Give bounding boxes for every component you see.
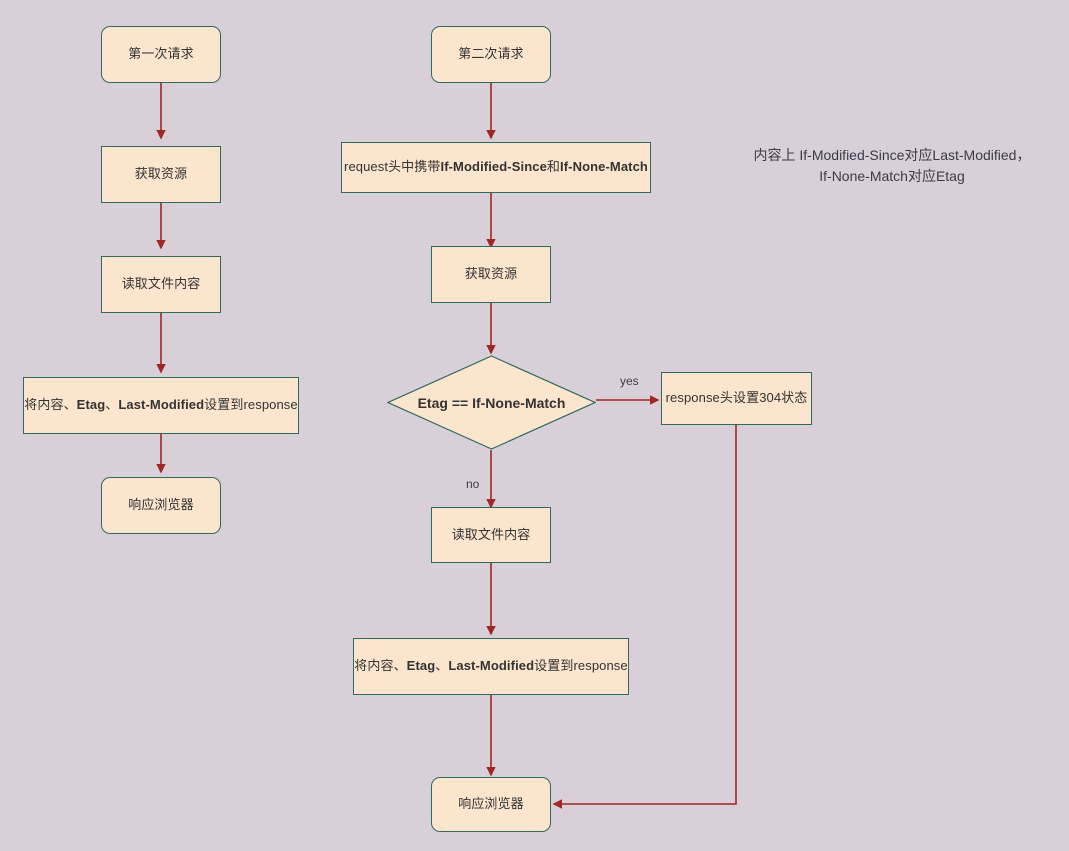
node-second-request[interactable]: 第二次请求 [431, 26, 551, 83]
node-fetch-resource-2[interactable]: 获取资源 [431, 246, 551, 303]
annotation-note: 内容上 If-Modified-Since对应Last-Modified， If… [742, 145, 1042, 187]
node-fetch-resource-1[interactable]: 获取资源 [101, 146, 221, 203]
edge-label-yes: yes [620, 374, 639, 388]
node-first-request[interactable]: 第一次请求 [101, 26, 221, 83]
flowchart-canvas: 第一次请求 获取资源 读取文件内容 将内容、Etag、Last-Modified… [0, 0, 1069, 851]
node-respond-browser-2-label: 响应浏览器 [458, 796, 524, 812]
node-read-file-2[interactable]: 读取文件内容 [431, 507, 551, 563]
node-request-headers[interactable]: request头中携带If-Modified-Since和If-None-Mat… [341, 142, 651, 193]
node-respond-browser-1[interactable]: 响应浏览器 [101, 477, 221, 534]
node-response-304[interactable]: response头设置304状态 [661, 372, 812, 425]
annotation-note-line2: If-None-Match对应Etag [819, 168, 965, 184]
edge-label-no: no [466, 477, 480, 491]
node-read-file-2-label: 读取文件内容 [451, 526, 531, 542]
node-fetch-resource-1-label: 获取资源 [134, 166, 188, 182]
node-read-file-1-label: 读取文件内容 [121, 276, 201, 292]
node-set-response-1-label: 将内容、Etag、Last-Modified设置到response [24, 397, 298, 413]
edge-304-to-respond2 [552, 425, 737, 809]
node-set-response-1[interactable]: 将内容、Etag、Last-Modified设置到response [23, 377, 299, 434]
node-fetch-resource-2-label: 获取资源 [464, 266, 518, 282]
node-set-response-2[interactable]: 将内容、Etag、Last-Modified设置到response [353, 638, 629, 695]
node-decision-etag-label: Etag == If-None-Match [417, 394, 566, 411]
node-respond-browser-1-label: 响应浏览器 [128, 497, 194, 513]
node-decision-etag[interactable]: Etag == If-None-Match [387, 355, 596, 450]
annotation-note-line1: 内容上 If-Modified-Since对应Last-Modified， [753, 147, 1031, 163]
node-read-file-1[interactable]: 读取文件内容 [101, 256, 221, 313]
node-first-request-label: 第一次请求 [128, 46, 194, 62]
node-request-headers-label: request头中携带If-Modified-Since和If-None-Mat… [344, 159, 648, 175]
node-response-304-label: response头设置304状态 [665, 390, 808, 406]
node-respond-browser-2[interactable]: 响应浏览器 [431, 777, 551, 832]
node-second-request-label: 第二次请求 [458, 46, 524, 62]
node-set-response-2-label: 将内容、Etag、Last-Modified设置到response [354, 658, 628, 674]
